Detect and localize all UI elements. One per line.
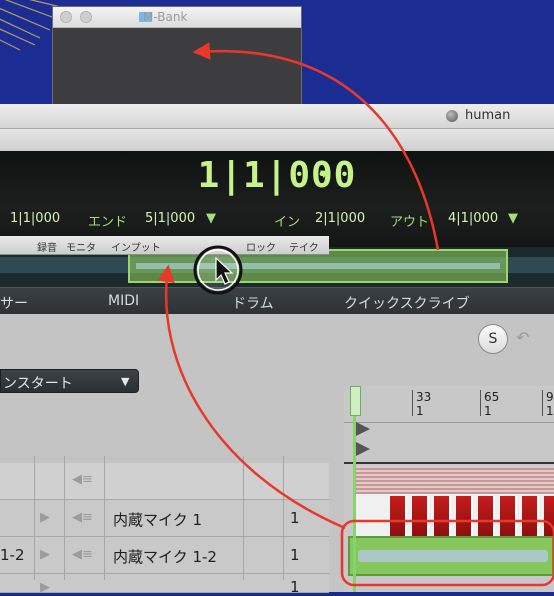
highlight-outline — [340, 519, 554, 587]
arrow-to-overview — [157, 264, 346, 530]
arrow-to-mbank — [192, 42, 440, 251]
annotation-overlay — [157, 42, 554, 587]
